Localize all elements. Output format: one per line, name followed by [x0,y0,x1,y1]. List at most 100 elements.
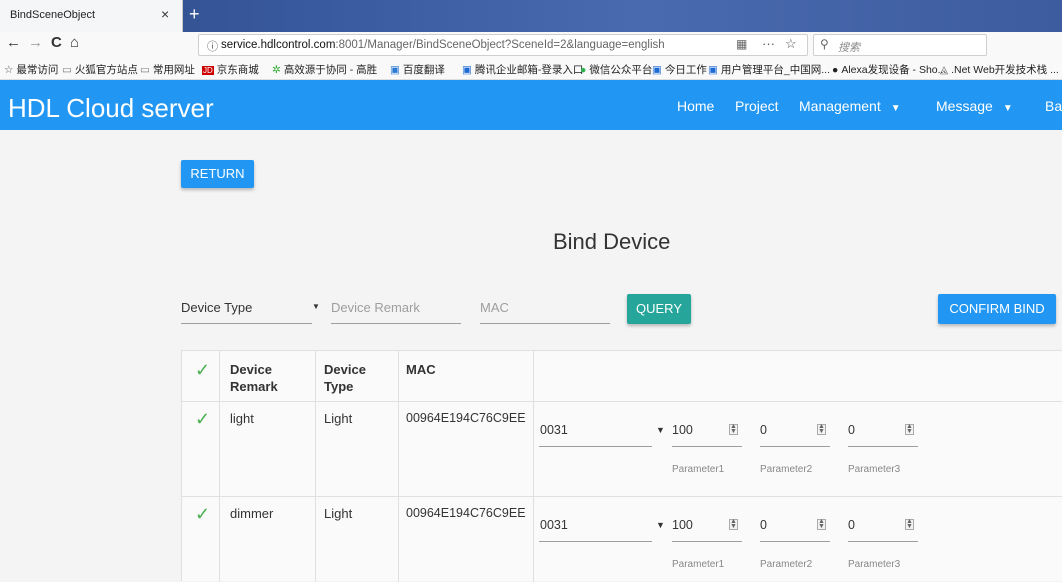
row-divider [182,496,1062,497]
row-divider [182,401,1062,402]
parameter2-label: Parameter2 [760,464,813,475]
device-remark-input[interactable]: Device Remark [331,300,420,315]
bookmark-item[interactable]: ▣ 百度翻译 [390,62,445,77]
stepper-down-icon[interactable]: ▼ [730,523,737,529]
parameter-underline [672,541,742,542]
header-device-type: Device Type [324,361,366,395]
bookmark-label: 火狐官方站点 [74,64,138,76]
brand-logo-text[interactable]: HDL Cloud server [8,93,214,124]
bookmark-item[interactable]: ● 微信公众平台 [580,62,652,77]
url-text: service.hdlcontrol.com:8001/Manager/Bind… [221,39,665,51]
stepper-down-icon[interactable]: ▼ [818,523,825,529]
parameter-underline [760,446,830,447]
qr-code-icon[interactable]: ▦ [736,37,747,51]
parameter3-input[interactable]: 0 [848,423,855,437]
device-table: ✓ Device Remark Device Type MAC ✓ light Ligh… [181,350,1062,582]
nav-more[interactable]: Ba [1045,98,1062,114]
bookmark-item[interactable]: ▣ 腾讯企业邮箱-登录入口 [462,62,583,77]
bookmark-item[interactable]: ✲ 高效源于协同 - 高胜 [272,62,377,77]
channel-underline [539,446,652,447]
row-checkbox[interactable]: ✓ [195,409,210,430]
bookmark-item[interactable]: ▭ 火狐官方站点 [62,62,138,77]
nav-management[interactable]: Management ▼ [799,98,901,114]
header-text: Device [324,362,366,377]
close-tab-icon[interactable]: × [161,6,169,22]
column-divider [533,351,534,582]
cell-mac: 00964E194C76C9EE [406,411,526,425]
new-tab-icon[interactable]: + [189,4,200,25]
home-icon[interactable]: ⌂ [70,34,79,51]
channel-select[interactable]: 0031 [540,518,568,532]
parameter2-label: Parameter2 [760,559,813,570]
bookmark-label: 今日工作 [664,64,707,76]
parameter2-input[interactable]: 0 [760,423,767,437]
column-divider [219,351,220,582]
return-button[interactable]: RETURN [181,160,254,188]
stepper-icon[interactable]: ▲ ▼ [729,423,738,435]
bookmark-label: 微信公众平台 [589,64,653,76]
bookmark-item[interactable]: ▣ 今日工作 [652,62,707,77]
query-button[interactable]: QUERY [627,294,691,324]
bookmark-icon: JD [202,66,214,75]
info-icon[interactable]: ⓘ [207,38,218,54]
row-checkbox[interactable]: ✓ [195,504,210,525]
cell-device-type: Light [324,411,353,426]
stepper-icon[interactable]: ▲ ▼ [817,423,826,435]
stepper-icon[interactable]: ▲ ▼ [905,518,914,530]
bookmark-label: 腾讯企业邮箱-登录入口 [474,64,584,76]
browser-tab[interactable]: BindSceneObject × [0,0,183,32]
browser-tab-strip: BindSceneObject × + [0,0,1062,32]
parameter-underline [848,541,918,542]
nav-home[interactable]: Home [677,98,714,114]
stepper-icon[interactable]: ▲ ▼ [817,518,826,530]
bookmark-item[interactable]: ▣ 用户管理平台_中国网... [708,62,830,77]
bookmark-icon: ▣ [708,64,718,76]
header-text: Type [324,379,354,394]
parameter-underline [848,446,918,447]
stepper-down-icon[interactable]: ▼ [818,428,825,434]
nav-project[interactable]: Project [735,98,779,114]
forward-icon[interactable]: → [28,34,43,51]
back-icon[interactable]: ← [6,34,21,51]
header-mac: MAC [406,362,436,377]
stepper-icon[interactable]: ▲ ▼ [729,518,738,530]
stepper-down-icon[interactable]: ▼ [906,428,913,434]
stepper-down-icon[interactable]: ▼ [730,428,737,434]
bookmark-item[interactable]: ☆ 最常访问 [4,62,58,77]
parameter1-input[interactable]: 100 [672,423,693,437]
bookmark-item[interactable]: JD 京东商城 [202,62,259,77]
mac-input[interactable]: MAC [480,300,509,315]
parameter2-input[interactable]: 0 [760,518,767,532]
page-actions-icon[interactable]: ··· [762,36,775,51]
device-type-select[interactable]: Device Type [181,300,252,315]
search-placeholder: 搜索 [838,42,860,54]
confirm-bind-button[interactable]: CONFIRM BIND [938,294,1056,324]
browser-nav-bar: ← → C ⌂ ⓘ service.hdlcontrol.com:8001/Ma… [0,32,1062,58]
bookmark-star-icon[interactable]: ☆ [785,36,797,52]
bookmark-icon: ▣ [652,64,662,76]
bookmark-label: 百度翻译 [402,64,445,76]
parameter1-input[interactable]: 100 [672,518,693,532]
cell-device-type: Light [324,506,353,521]
stepper-down-icon[interactable]: ▼ [906,523,913,529]
select-all-checkbox[interactable]: ✓ [195,360,210,381]
reload-icon[interactable]: C [51,34,62,51]
bookmark-label: Alexa发现设备 - Sho... [841,64,947,76]
bookmark-item[interactable]: ▭ 常用网址 [140,62,195,77]
parameter-underline [672,446,742,447]
bookmark-icon: ▣ [390,64,400,76]
bookmark-item[interactable]: ● Alexa发现设备 - Sho... [832,62,946,77]
bookmark-item[interactable]: ◬ .Net Web开发技术栈 ... [940,62,1059,77]
chevron-down-icon: ▼ [656,520,665,530]
bookmark-icon: ● [580,64,587,76]
bookmark-label: 最常访问 [16,64,59,76]
browser-search-input[interactable]: ⚲ 搜索 [813,34,987,56]
channel-select[interactable]: 0031 [540,423,568,437]
chevron-down-icon: ▼ [890,103,901,114]
address-bar[interactable]: ⓘ service.hdlcontrol.com:8001/Manager/Bi… [198,34,808,56]
parameter3-input[interactable]: 0 [848,518,855,532]
nav-message[interactable]: Message ▼ [936,98,1013,114]
bookmarks-bar: ☆ 最常访问 ▭ 火狐官方站点 ▭ 常用网址 JD 京东商城 ✲ 高效源于协同 - 高胜 ▣ 百度翻译… [0,58,1062,80]
stepper-icon[interactable]: ▲ ▼ [905,423,914,435]
mac-underline [480,323,610,324]
